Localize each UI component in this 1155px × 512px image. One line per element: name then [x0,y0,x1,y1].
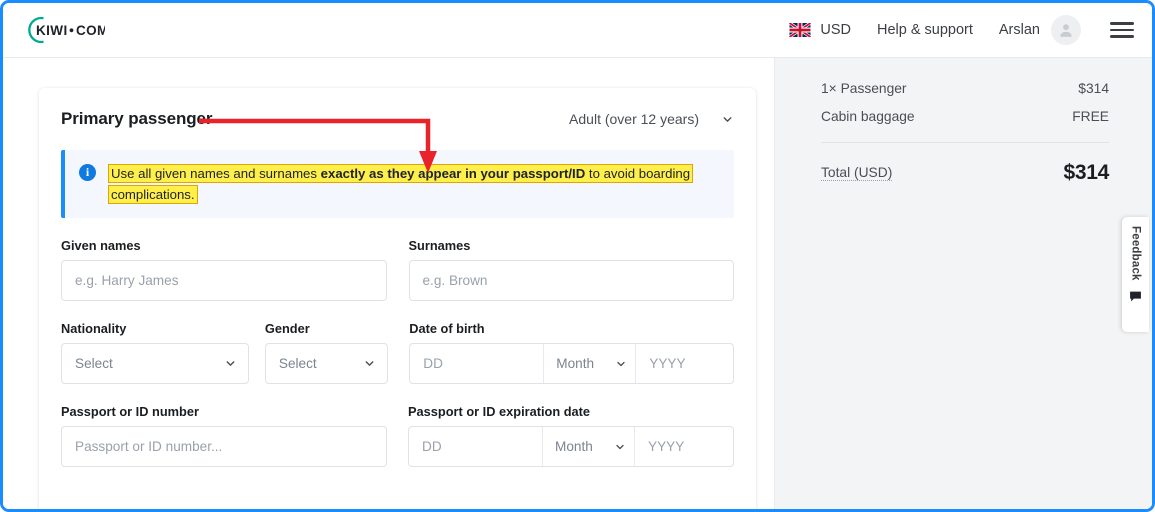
chevron-down-icon [616,444,624,449]
nationality-gender-dob-row: Nationality Select Gender Select Date of… [61,321,734,384]
user-name: Arslan [998,22,1040,38]
dob-day-placeholder: DD [423,356,443,371]
banner-line1-part1: Use all given names and surnames [111,166,321,181]
given-names-group: Given names e.g. Harry James [61,238,387,301]
kiwi-circle-logo: KIWI COM [28,16,105,44]
user-avatar-icon [1051,15,1081,45]
currency-label: USD [820,22,851,38]
passport-number-placeholder: Passport or ID number... [75,439,223,454]
surnames-placeholder: e.g. Brown [422,273,488,288]
nationality-label: Nationality [61,321,127,336]
exp-day-placeholder: DD [422,439,442,454]
summary-row-cabin-baggage: Cabin baggage FREE [821,109,1109,124]
summary-label: Cabin baggage [821,109,915,124]
surnames-label: Surnames [408,238,471,253]
kiwi-logo[interactable]: KIWI COM [17,13,105,47]
hamburger-menu-icon[interactable] [1110,22,1136,38]
info-circle-icon: i [79,164,96,181]
gender-select[interactable]: Select [264,343,389,384]
uk-flag-icon [789,23,812,37]
browser-viewport: KIWI COM USD Help & support Ar [0,0,1155,512]
page-body: Primary passenger Adult (over 12 years) … [3,58,1152,509]
help-and-support-link[interactable]: Help & support [864,13,986,47]
svg-text:COM: COM [76,23,105,38]
date-of-birth-label: Date of birth [409,321,485,336]
dob-day-input[interactable]: DD [410,344,545,383]
passport-name-info-banner: i Use all given names and surnames exact… [61,150,734,218]
card-header: Primary passenger Adult (over 12 years) [59,88,736,150]
summary-label: 1× Passenger [821,81,907,96]
passport-expiration-label: Passport or ID expiration date [408,404,591,419]
banner-highlight: Use all given names and surnames exactly… [108,164,694,204]
nationality-group: Nationality Select [61,321,249,384]
banner-text: Use all given names and surnames exactly… [108,163,694,205]
date-of-birth-group: Date of birth DD Month YYYY [409,321,734,384]
summary-total-row: Total (USD) $314 [821,161,1109,185]
dob-year-placeholder: YYYY [649,356,686,371]
exp-year-input[interactable]: YYYY [635,427,733,466]
summary-value: $314 [1078,81,1109,96]
exp-year-placeholder: YYYY [648,439,685,454]
exp-month-select[interactable]: Month [543,427,635,466]
banner-line1-bold: exactly as they appear in your passport/… [320,166,586,181]
surnames-input[interactable]: e.g. Brown [408,260,734,301]
feedback-tab[interactable]: Feedback [1122,217,1149,332]
given-names-label: Given names [61,238,141,253]
header-actions: USD Help & support Arslan [776,13,1152,47]
chevron-down-icon [226,361,235,366]
dob-month-select[interactable]: Month [544,344,637,383]
exp-day-input[interactable]: DD [409,427,543,466]
nationality-select[interactable]: Select [61,343,249,384]
chevron-down-icon [723,116,732,122]
passenger-type-dropdown[interactable]: Adult (over 12 years) [569,111,734,127]
given-names-placeholder: e.g. Harry James [75,273,179,288]
passport-expiration-field: DD Month YYYY [408,426,734,467]
gender-label: Gender [264,321,310,336]
passport-number-input[interactable]: Passport or ID number... [61,426,387,467]
passport-row: Passport or ID number Passport or ID num… [61,404,734,467]
gender-value: Select [278,356,317,371]
banner-line2: complications. [111,187,195,202]
passport-number-label: Passport or ID number [61,404,199,419]
price-summary-sidebar: 1× Passenger $314 Cabin baggage FREE Tot… [776,58,1152,509]
feedback-label: Feedback [1129,226,1142,281]
given-names-input[interactable]: e.g. Harry James [61,260,387,301]
primary-passenger-card: Primary passenger Adult (over 12 years) … [39,88,756,509]
main-content-column: Primary passenger Adult (over 12 years) … [3,58,775,509]
surnames-group: Surnames e.g. Brown [408,238,734,301]
exp-month-placeholder: Month [555,439,593,454]
help-label: Help & support [876,22,973,38]
passenger-type-label: Adult (over 12 years) [569,111,699,127]
chevron-down-icon [365,361,374,366]
speech-bubble-icon [1130,291,1141,302]
svg-text:KIWI: KIWI [36,23,68,38]
site-header: KIWI COM USD Help & support Ar [3,3,1152,58]
summary-row-passenger: 1× Passenger $314 [821,81,1109,96]
banner-line1-part2: to avoid boarding [585,166,691,181]
passport-expiration-group: Passport or ID expiration date DD Month [408,404,734,467]
date-of-birth-field: DD Month YYYY [409,343,734,384]
currency-selector[interactable]: USD [776,13,864,47]
chevron-down-icon [617,361,625,366]
summary-value: FREE [1072,109,1109,124]
dob-month-placeholder: Month [556,356,595,371]
gender-group: Gender Select [264,321,389,384]
total-label[interactable]: Total (USD) [821,165,893,181]
summary-divider [821,142,1109,143]
nationality-value: Select [75,356,113,371]
user-menu[interactable]: Arslan [986,13,1094,47]
names-row: Given names e.g. Harry James Surnames e.… [61,238,734,301]
page-title: Primary passenger [61,109,213,128]
passenger-form: Given names e.g. Harry James Surnames e.… [59,238,736,467]
total-value: $314 [1063,161,1109,184]
passport-number-group: Passport or ID number Passport or ID num… [61,404,387,467]
dob-year-input[interactable]: YYYY [636,344,733,383]
